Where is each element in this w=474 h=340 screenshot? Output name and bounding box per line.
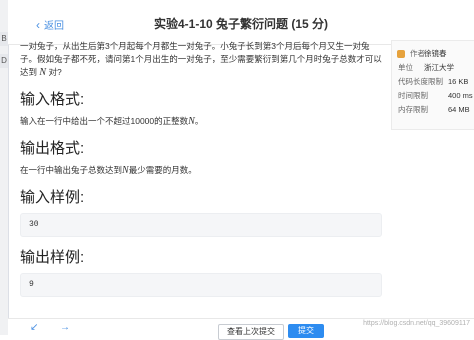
arrow-left-icon[interactable]: ↙ bbox=[30, 322, 38, 333]
memory-limit-label: 内存限制 bbox=[398, 105, 428, 114]
problem-description: 一对兔子，从出生后第3个月起每个月都生一对兔子。小兔子长到第3个月后每个月又生一… bbox=[20, 40, 382, 79]
author-value[interactable]: 徐镜春 bbox=[424, 47, 447, 61]
arrow-right-icon[interactable]: → bbox=[60, 322, 70, 333]
input-format-heading: 输入格式: bbox=[20, 91, 85, 108]
time-limit-value: 400 ms bbox=[448, 91, 473, 100]
code-limit-value: 16 KB bbox=[448, 77, 469, 86]
output-format-text: 在一行中输出兔子总数达到N最少需要的月数。 bbox=[20, 164, 382, 177]
problem-content: 一对兔子，从出生后第3个月起每个月都生一对兔子。小兔子长到第3个月后每个月又生一… bbox=[20, 40, 382, 297]
input-format-text: 输入在一行中给出一个不超过10000的正整数N。 bbox=[20, 115, 382, 128]
description-text-end: 对? bbox=[48, 67, 62, 77]
code-limit-row: 代码长度限制 16 KB bbox=[392, 75, 474, 89]
left-tab-b[interactable]: B bbox=[0, 32, 8, 46]
code-limit-label: 代码长度限制 bbox=[398, 77, 443, 86]
left-tab-d[interactable]: D bbox=[0, 54, 8, 68]
left-side-strip: B D bbox=[0, 0, 9, 335]
output-format-heading: 输出格式: bbox=[20, 140, 85, 157]
sample-output-heading: 输出样例: bbox=[20, 249, 85, 266]
time-limit-label: 时间限制 bbox=[398, 91, 428, 100]
description-text: 一对兔子，从出生后第3个月起每个月都生一对兔子。小兔子长到第3个月后每个月又生一… bbox=[20, 41, 382, 77]
output-format-var: N bbox=[122, 165, 129, 176]
page-title: 实验4-1-10 兔子繁衍问题 (15 分) bbox=[153, 17, 329, 31]
sample-input-heading: 输入样例: bbox=[20, 189, 85, 206]
author-row: 作者 徐镜春 bbox=[392, 47, 474, 61]
sample-input-block: 30 bbox=[20, 213, 382, 237]
watermark: https://blog.csdn.net/qq_39609117 bbox=[363, 320, 470, 327]
description-var: N bbox=[39, 67, 47, 78]
sample-output-block: 9 bbox=[20, 273, 382, 297]
time-limit-row: 时间限制 400 ms bbox=[392, 89, 474, 103]
input-format-text-2: 。 bbox=[194, 116, 204, 126]
view-last-submission-button[interactable]: 查看上次提交 bbox=[218, 324, 284, 340]
problem-info-panel: 作者 徐镜春 单位 浙江大学 代码长度限制 16 KB 时间限制 400 ms … bbox=[391, 40, 474, 130]
top-bar: ‹ 返回 实验4-1-10 兔子繁衍问题 (15 分) bbox=[8, 0, 474, 45]
memory-limit-row: 内存限制 64 MB bbox=[392, 103, 474, 117]
memory-limit-value: 64 MB bbox=[448, 105, 470, 114]
output-format-text-1: 在一行中输出兔子总数达到 bbox=[20, 165, 123, 175]
unit-value: 浙江大学 bbox=[424, 63, 454, 72]
unit-label: 单位 bbox=[398, 63, 413, 72]
unit-row: 单位 浙江大学 bbox=[392, 61, 474, 75]
input-format-var: N bbox=[188, 116, 195, 127]
author-label: 作者 bbox=[410, 49, 425, 58]
output-format-text-2: 最少需要的月数。 bbox=[128, 165, 197, 175]
user-icon bbox=[397, 50, 405, 58]
submit-button[interactable]: 提交 bbox=[288, 324, 324, 338]
input-format-text-1: 输入在一行中给出一个不超过10000的正整数 bbox=[20, 116, 189, 126]
